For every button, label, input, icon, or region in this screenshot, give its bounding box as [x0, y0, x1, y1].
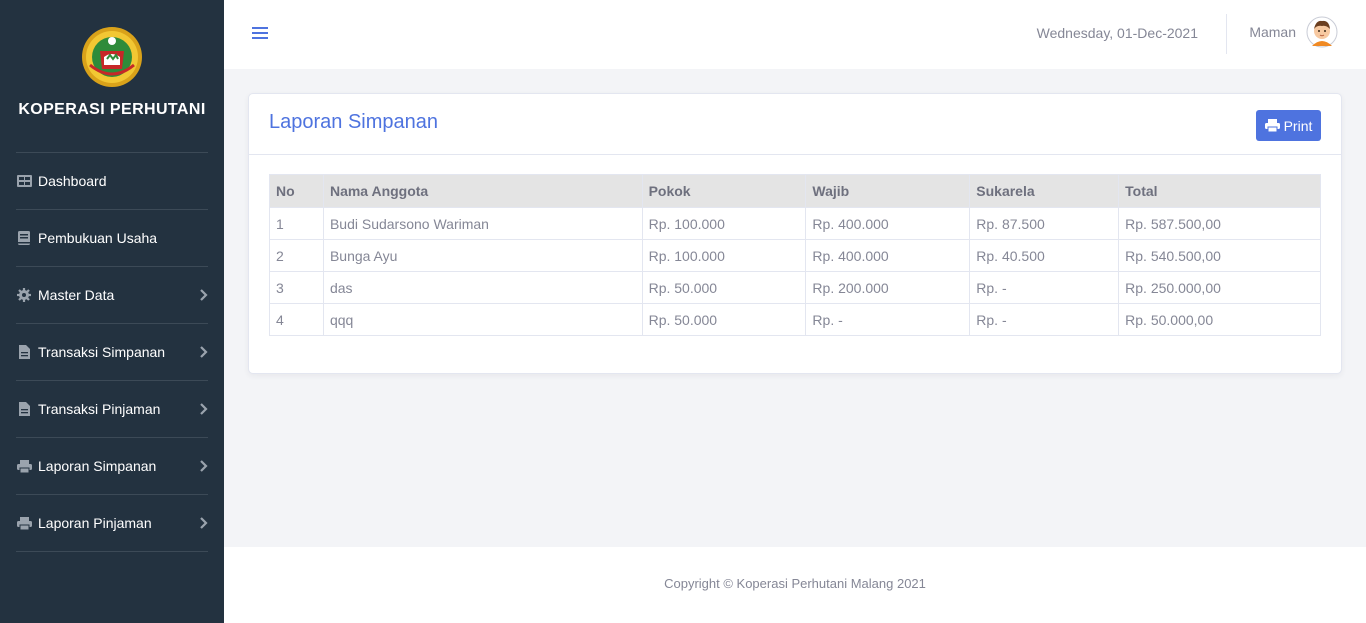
cell-sukarela: Rp. - — [969, 303, 1120, 336]
table-row: 4 qqq Rp. 50.000 Rp. - Rp. - Rp. 50.000,… — [269, 303, 1321, 336]
chevron-right-icon — [200, 517, 208, 529]
user-name: Maman — [1249, 24, 1296, 40]
cell-sukarela: Rp. - — [969, 271, 1120, 304]
table-container: No Nama Anggota Pokok Wajib Sukarela Tot… — [269, 174, 1321, 336]
sidebar-item-label: Transaksi Pinjaman — [38, 401, 161, 417]
card-header: Laporan Simpanan Print — [249, 94, 1341, 155]
hamburger-menu-icon[interactable] — [252, 27, 268, 39]
cell-no: 1 — [269, 207, 324, 240]
sidebar-item-transaksi-pinjaman[interactable]: Transaksi Pinjaman — [16, 381, 208, 438]
file-icon — [16, 402, 32, 416]
file-icon — [16, 345, 32, 359]
cell-total: Rp. 540.500,00 — [1118, 239, 1321, 272]
koperasi-logo — [82, 27, 142, 87]
cell-nama-anggota: Bunga Ayu — [322, 239, 643, 272]
sidebar-item-transaksi-simpanan[interactable]: Transaksi Simpanan — [16, 324, 208, 381]
chevron-right-icon — [200, 289, 208, 301]
chevron-right-icon — [200, 346, 208, 358]
cell-pokok: Rp. 100.000 — [641, 239, 807, 272]
table-row: 1 Budi Sudarsono Wariman Rp. 100.000 Rp.… — [269, 207, 1321, 240]
print-button[interactable]: Print — [1256, 110, 1321, 141]
gear-icon — [16, 288, 32, 302]
cell-nama-anggota: Budi Sudarsono Wariman — [322, 207, 643, 240]
current-date: Wednesday, 01-Dec-2021 — [1036, 25, 1198, 41]
cell-nama-anggota: das — [322, 271, 643, 304]
cell-pokok: Rp. 100.000 — [641, 207, 807, 240]
table-icon — [16, 174, 32, 188]
cell-sukarela: Rp. 87.500 — [969, 207, 1120, 240]
printer-icon — [16, 459, 32, 473]
sidebar-item-label: Transaksi Simpanan — [38, 344, 166, 360]
sidebar-nav: Dashboard Pembukuan Usaha Master Data Tr… — [0, 153, 224, 552]
cell-wajib: Rp. - — [805, 303, 971, 336]
column-header-total[interactable]: Total — [1118, 174, 1321, 208]
sidebar-brand[interactable]: KOPERASI PERHUTANI — [16, 25, 208, 153]
sidebar-item-label: Laporan Pinjaman — [38, 515, 152, 531]
sidebar-item-dashboard[interactable]: Dashboard — [16, 153, 208, 210]
cell-total: Rp. 587.500,00 — [1118, 207, 1321, 240]
printer-icon — [16, 516, 32, 530]
table-row: 2 Bunga Ayu Rp. 100.000 Rp. 400.000 Rp. … — [269, 239, 1321, 272]
sidebar-item-label: Laporan Simpanan — [38, 458, 157, 474]
sidebar-item-label: Pembukuan Usaha — [38, 230, 158, 246]
chevron-right-icon — [200, 460, 208, 472]
laporan-simpanan-card: Laporan Simpanan Print No Nama Anggota P… — [248, 93, 1342, 374]
brand-name: KOPERASI PERHUTANI — [18, 101, 206, 118]
sidebar-item-pembukuan-usaha[interactable]: Pembukuan Usaha — [16, 210, 208, 267]
simpanan-table: No Nama Anggota Pokok Wajib Sukarela Tot… — [269, 174, 1321, 336]
cell-no: 3 — [269, 271, 324, 304]
avatar — [1306, 16, 1338, 48]
cell-nama-anggota: qqq — [322, 303, 643, 336]
printer-icon — [1264, 119, 1280, 132]
cell-no: 4 — [269, 303, 324, 336]
sidebar: KOPERASI PERHUTANI Dashboard Pembukuan U… — [0, 0, 224, 623]
table-row: 3 das Rp. 50.000 Rp. 200.000 Rp. - Rp. 2… — [269, 271, 1321, 304]
column-header-nama-anggota[interactable]: Nama Anggota — [322, 174, 643, 208]
cell-wajib: Rp. 200.000 — [805, 271, 971, 304]
column-header-sukarela[interactable]: Sukarela — [969, 174, 1120, 208]
cell-no: 2 — [269, 239, 324, 272]
cell-total: Rp. 250.000,00 — [1118, 271, 1321, 304]
topbar-divider — [1226, 14, 1227, 54]
footer: Copyright © Koperasi Perhutani Malang 20… — [224, 547, 1366, 623]
cell-total: Rp. 50.000,00 — [1118, 303, 1321, 336]
print-button-label: Print — [1283, 117, 1313, 134]
copyright-text: Copyright © Koperasi Perhutani Malang 20… — [664, 576, 926, 591]
table-header-row: No Nama Anggota Pokok Wajib Sukarela Tot… — [269, 174, 1321, 208]
sidebar-item-label: Dashboard — [38, 173, 107, 189]
sidebar-item-master-data[interactable]: Master Data — [16, 267, 208, 324]
user-menu[interactable]: Maman — [1249, 16, 1338, 48]
cell-sukarela: Rp. 40.500 — [969, 239, 1120, 272]
page-title: Laporan Simpanan — [269, 111, 439, 133]
column-header-wajib[interactable]: Wajib — [805, 174, 971, 208]
chevron-right-icon — [200, 403, 208, 415]
book-icon — [16, 231, 32, 245]
column-header-no[interactable]: No — [269, 174, 324, 208]
cell-wajib: Rp. 400.000 — [805, 207, 971, 240]
sidebar-item-laporan-simpanan[interactable]: Laporan Simpanan — [16, 438, 208, 495]
cell-wajib: Rp. 400.000 — [805, 239, 971, 272]
cell-pokok: Rp. 50.000 — [641, 271, 807, 304]
column-header-pokok[interactable]: Pokok — [641, 174, 807, 208]
sidebar-item-laporan-pinjaman[interactable]: Laporan Pinjaman — [16, 495, 208, 552]
topbar: Wednesday, 01-Dec-2021 Maman — [224, 0, 1366, 69]
cell-pokok: Rp. 50.000 — [641, 303, 807, 336]
sidebar-item-label: Master Data — [38, 287, 115, 303]
